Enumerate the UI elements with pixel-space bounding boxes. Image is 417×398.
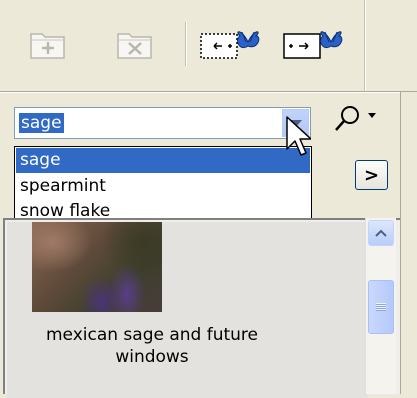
new-folder-button[interactable] <box>26 24 70 64</box>
delete-folder-button[interactable] <box>113 24 157 64</box>
select-area-right-icon <box>283 31 343 59</box>
thumbnail-pane-content: mexican sage and future windows <box>7 222 368 398</box>
magnifier-icon <box>335 106 376 131</box>
mouse-cursor-icon <box>286 116 311 156</box>
toolbar-divider <box>0 91 417 93</box>
vertical-scrollbar[interactable] <box>365 218 396 394</box>
select-area-left-button[interactable] <box>198 26 264 66</box>
combobox-value[interactable]: sage <box>19 113 64 133</box>
caption-line-2: windows <box>115 347 189 367</box>
dropdown-option-spearmint[interactable]: spearmint <box>16 174 310 199</box>
category-combobox[interactable]: sage <box>14 107 311 139</box>
chevron-up-icon <box>375 229 387 237</box>
toolbar-right-border <box>364 0 366 92</box>
select-area-right-button[interactable] <box>281 26 347 66</box>
scroll-up-button[interactable] <box>368 220 394 246</box>
search-button[interactable] <box>330 103 382 135</box>
delete-folder-icon <box>117 33 152 59</box>
select-area-left-icon <box>200 31 260 59</box>
thumbnail-pane: mexican sage and future windows <box>3 218 400 398</box>
dropdown-option-sage[interactable]: sage <box>16 148 310 173</box>
combobox-dropdown-list: sage spearmint snow flake <box>14 146 312 226</box>
caption-line-1: mexican sage and future <box>45 325 259 345</box>
toolbar-separator <box>185 22 187 66</box>
thumbnail-caption: mexican sage and future windows <box>17 324 287 368</box>
next-button[interactable]: > <box>355 160 388 190</box>
thumbnail-image[interactable] <box>32 222 162 312</box>
window-edge <box>400 92 417 394</box>
grip-icon <box>376 303 386 311</box>
new-folder-icon <box>30 33 65 59</box>
scrollbar-thumb[interactable] <box>368 280 394 334</box>
